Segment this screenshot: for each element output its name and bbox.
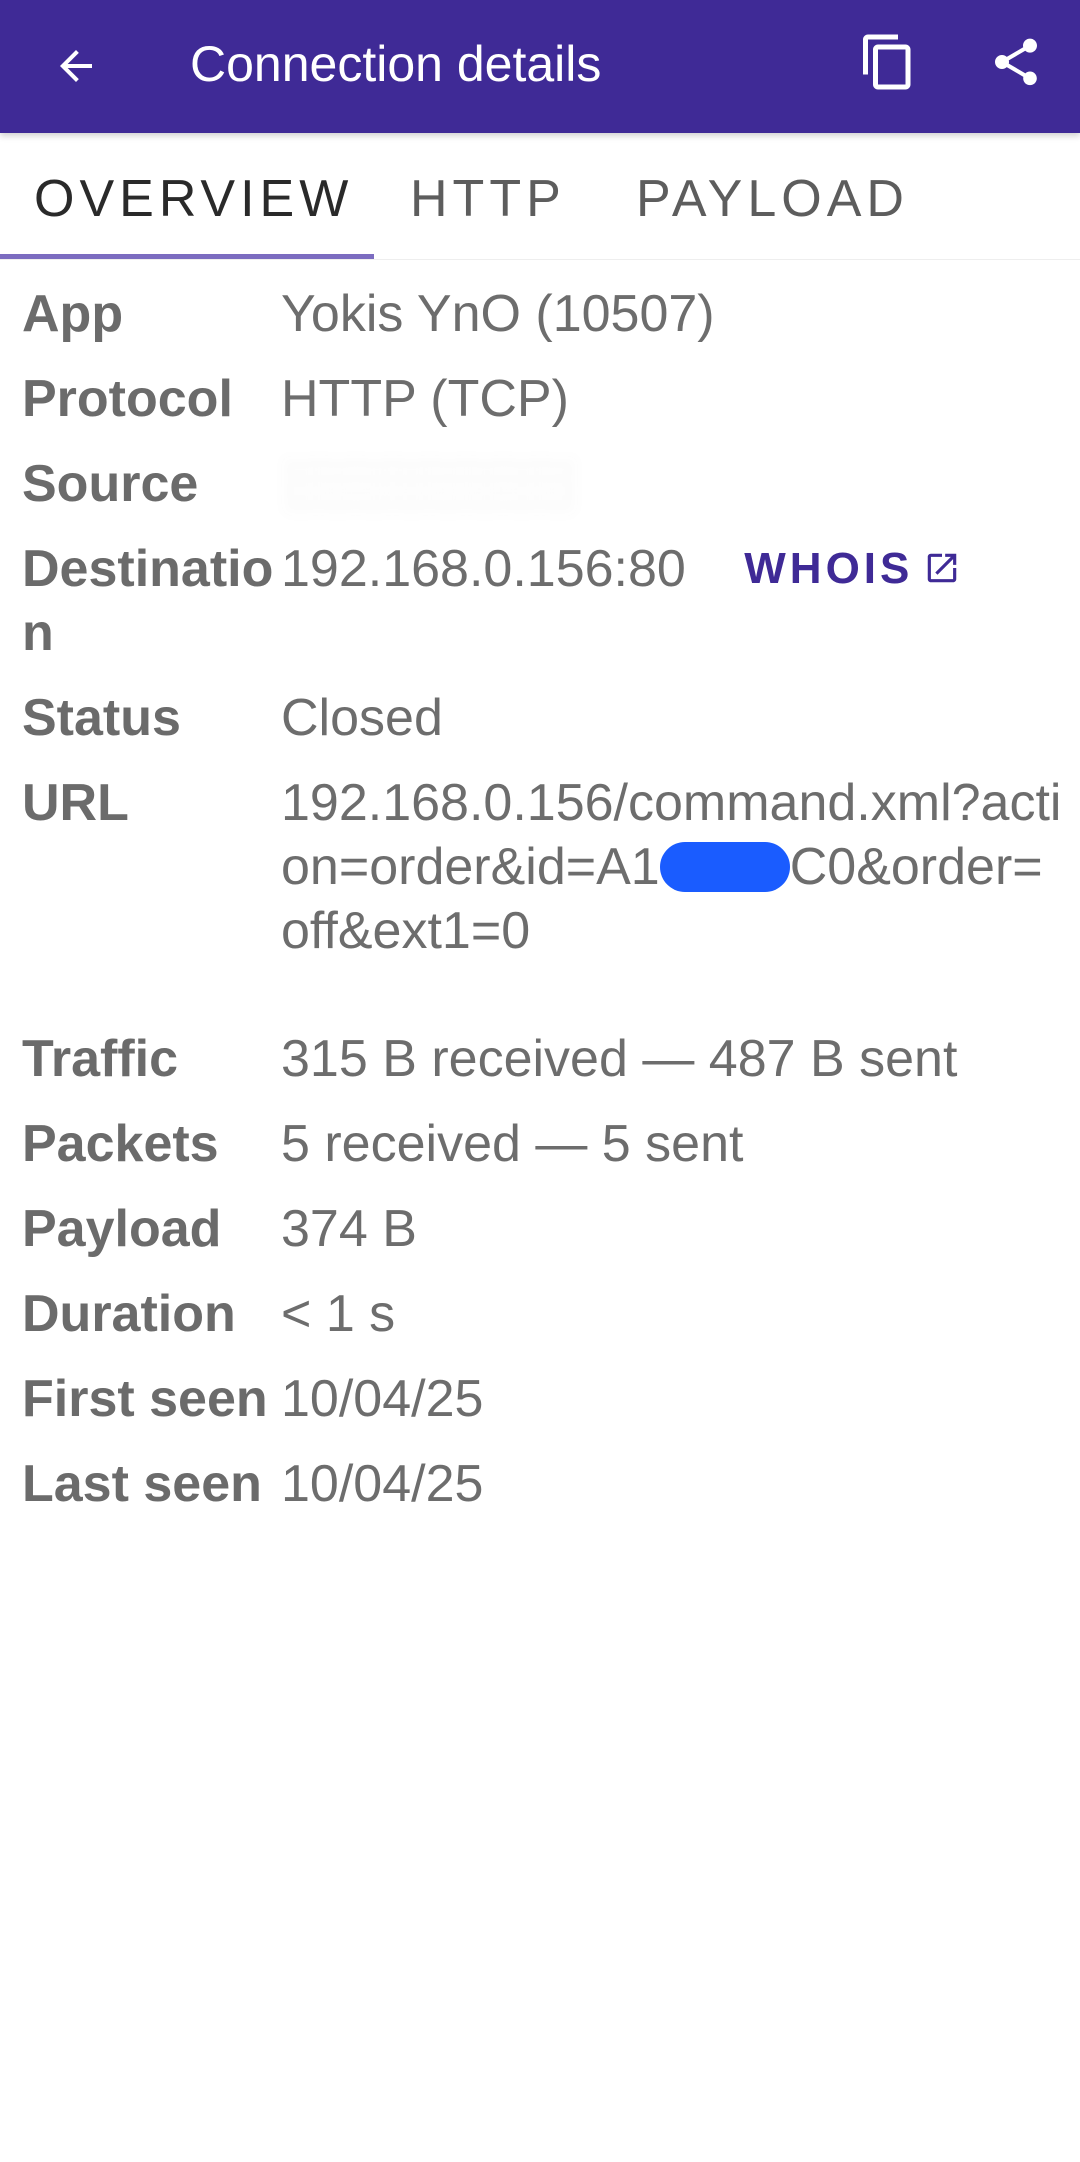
url-value: 192.168.0.156/command.xml?action=order&i…	[281, 771, 1062, 963]
copy-icon	[863, 34, 911, 90]
detail-row-packets: Packets 5 received — 5 sent	[22, 1112, 1062, 1176]
active-tab-indicator	[0, 254, 374, 259]
payload-value: 374 B	[281, 1200, 417, 1258]
duration-value: < 1 s	[281, 1285, 396, 1343]
source-value-obscured: ░░░░░░░░	[281, 455, 576, 513]
detail-row-last-seen: Last seen 10/04/25	[22, 1452, 1062, 1516]
detail-row-destination: Destination 192.168.0.156:80 WHOIS	[22, 537, 1062, 665]
status-value: Closed	[281, 689, 443, 747]
detail-row-payload: Payload 374 B	[22, 1197, 1062, 1261]
destination-value-container: 192.168.0.156:80 WHOIS	[281, 537, 1062, 665]
connection-details: App Yokis YnO (10507) Protocol HTTP (TCP…	[22, 282, 1062, 1537]
detail-row-source: Source ░░░░░░░░	[22, 452, 1062, 516]
traffic-label: Traffic	[22, 1030, 179, 1088]
tab-http[interactable]: HTTP	[410, 169, 566, 229]
protocol-value: HTTP (TCP)	[281, 370, 569, 428]
detail-row-protocol: Protocol HTTP (TCP)	[22, 367, 1062, 431]
detail-row-status: Status Closed	[22, 686, 1062, 750]
arrow-back-icon	[60, 50, 92, 82]
whois-label: WHOIS	[744, 544, 914, 593]
last-seen-label: Last seen	[22, 1455, 262, 1513]
redaction-mark	[659, 842, 790, 892]
detail-row-url: URL 192.168.0.156/command.xml?action=ord…	[22, 771, 1062, 963]
first-seen-label: First seen	[22, 1370, 268, 1428]
detail-row-traffic: Traffic 315 B received — 487 B sent	[22, 1027, 1062, 1091]
source-label: Source	[22, 455, 199, 513]
detail-row-first-seen: First seen 10/04/25	[22, 1367, 1062, 1431]
duration-label: Duration	[22, 1285, 236, 1343]
last-seen-value: 10/04/25	[281, 1455, 484, 1513]
app-label: App	[22, 285, 124, 343]
tab-overview[interactable]: OVERVIEW	[34, 169, 353, 229]
share-button[interactable]	[980, 26, 1052, 98]
app-bar: Connection details	[0, 0, 1080, 133]
app-value: Yokis YnO (10507)	[281, 285, 715, 343]
protocol-label: Protocol	[22, 370, 233, 428]
page-title: Connection details	[190, 36, 602, 92]
payload-label: Payload	[22, 1200, 222, 1258]
tab-bar: OVERVIEW HTTP PAYLOAD	[0, 133, 1080, 260]
packets-label: Packets	[22, 1115, 219, 1173]
traffic-value: 315 B received — 487 B sent	[281, 1030, 958, 1088]
whois-link[interactable]: WHOIS	[744, 537, 961, 601]
destination-value: 192.168.0.156:80	[281, 540, 686, 598]
open-in-new-icon	[928, 553, 957, 583]
first-seen-value: 10/04/25	[281, 1370, 484, 1428]
tab-payload[interactable]: PAYLOAD	[636, 169, 909, 229]
copy-button[interactable]	[852, 26, 924, 98]
url-label: URL	[22, 774, 129, 832]
packets-value: 5 received — 5 sent	[281, 1115, 744, 1173]
detail-row-app: App Yokis YnO (10507)	[22, 282, 1062, 346]
status-label: Status	[22, 689, 181, 747]
destination-label: Destination	[22, 540, 274, 662]
share-icon	[995, 38, 1037, 86]
back-button[interactable]	[40, 30, 112, 102]
detail-row-duration: Duration < 1 s	[22, 1282, 1062, 1346]
